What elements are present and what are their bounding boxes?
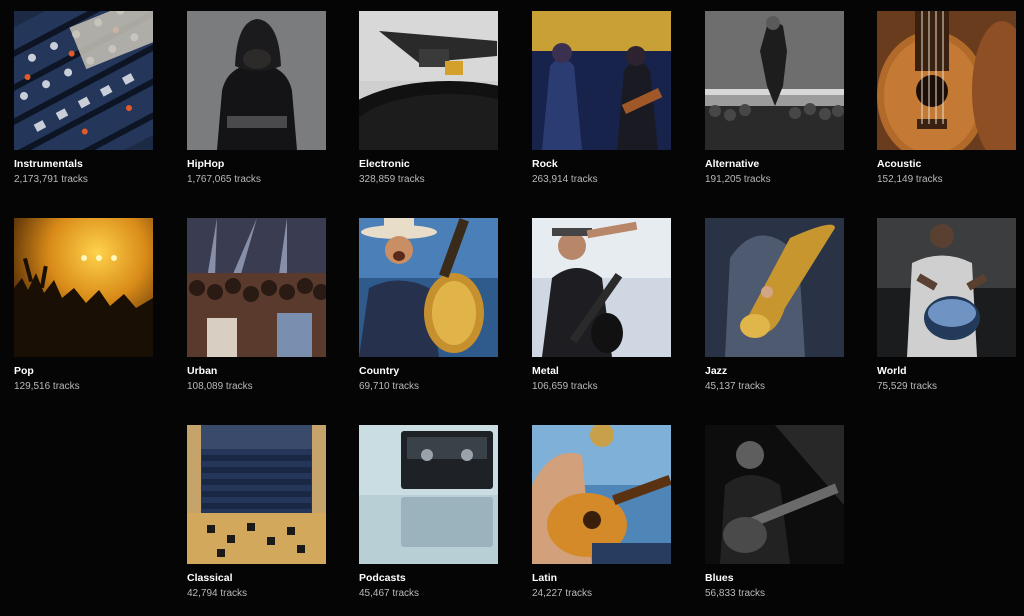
acoustic-guitarist-image[interactable] <box>532 425 671 564</box>
genre-tile-hiphop[interactable]: HipHop 1,767,065 tracks <box>187 11 326 186</box>
ukulele-closeup-image[interactable] <box>877 11 1016 150</box>
genre-track-count: 45,467 tracks <box>359 588 420 599</box>
genre-track-count: 56,833 tracks <box>705 588 766 599</box>
genre-name[interactable]: Acoustic <box>877 158 1016 170</box>
genre-track-count: 129,516 tracks <box>14 381 80 392</box>
genre-tile-classical[interactable]: Classical 42,794 tracks <box>187 425 326 600</box>
singer-over-crowd-image[interactable] <box>705 11 844 150</box>
genre-name[interactable]: Urban <box>187 365 326 377</box>
concert-crowd-silhouette-image[interactable] <box>14 218 153 357</box>
genre-tile-electronic[interactable]: Electronic 328,859 tracks <box>359 11 498 186</box>
genre-tile-metal[interactable]: Metal 106,659 tracks <box>532 218 671 393</box>
genre-name[interactable]: World <box>877 365 1016 377</box>
genre-name[interactable]: Jazz <box>705 365 844 377</box>
genre-name[interactable]: Country <box>359 365 498 377</box>
cassette-tape-image[interactable] <box>359 425 498 564</box>
genre-track-count: 42,794 tracks <box>187 588 248 599</box>
genre-track-count: 75,529 tracks <box>877 381 938 392</box>
hand-drummer-image[interactable] <box>877 218 1016 357</box>
cowboy-guitarist-image[interactable] <box>359 218 498 357</box>
genre-name[interactable]: Pop <box>14 365 153 377</box>
genre-track-count: 106,659 tracks <box>532 381 598 392</box>
genre-name[interactable]: HipHop <box>187 158 326 170</box>
metal-guitarist-image[interactable] <box>532 218 671 357</box>
genre-name[interactable]: Electronic <box>359 158 498 170</box>
genre-name[interactable]: Podcasts <box>359 572 498 584</box>
genre-name[interactable]: Instrumentals <box>14 158 153 170</box>
genre-name[interactable]: Metal <box>532 365 671 377</box>
genre-tile-world[interactable]: World 75,529 tracks <box>877 218 1016 393</box>
turntable-stylus-image[interactable] <box>359 11 498 150</box>
genre-tile-podcasts[interactable]: Podcasts 45,467 tracks <box>359 425 498 600</box>
blues-guitarist-image[interactable] <box>705 425 844 564</box>
saxophone-player-image[interactable] <box>705 218 844 357</box>
genre-tile-acoustic[interactable]: Acoustic 152,149 tracks <box>877 11 1016 186</box>
genre-tile-urban[interactable]: Urban 108,089 tracks <box>187 218 326 393</box>
genre-name[interactable]: Blues <box>705 572 844 584</box>
genre-grid: Instrumentals 2,173,791 tracks HipHop 1,… <box>0 0 1024 616</box>
genre-track-count: 69,710 tracks <box>359 381 420 392</box>
genre-track-count: 328,859 tracks <box>359 174 425 185</box>
genre-track-count: 152,149 tracks <box>877 174 943 185</box>
genre-tile-rock[interactable]: Rock 263,914 tracks <box>532 11 671 186</box>
genre-track-count: 24,227 tracks <box>532 588 593 599</box>
hooded-figure-image[interactable] <box>187 11 326 150</box>
festival-crowd-image[interactable] <box>187 218 326 357</box>
genre-name[interactable]: Alternative <box>705 158 844 170</box>
genre-track-count: 191,205 tracks <box>705 174 771 185</box>
genre-tile-alternative[interactable]: Alternative 191,205 tracks <box>705 11 844 186</box>
genre-tile-country[interactable]: Country 69,710 tracks <box>359 218 498 393</box>
rock-band-stage-image[interactable] <box>532 11 671 150</box>
genre-track-count: 263,914 tracks <box>532 174 598 185</box>
genre-tile-blues[interactable]: Blues 56,833 tracks <box>705 425 844 600</box>
mixing-console-image[interactable] <box>14 11 153 150</box>
genre-track-count: 108,089 tracks <box>187 381 253 392</box>
genre-tile-jazz[interactable]: Jazz 45,137 tracks <box>705 218 844 393</box>
genre-name[interactable]: Latin <box>532 572 671 584</box>
concert-hall-image[interactable] <box>187 425 326 564</box>
genre-track-count: 45,137 tracks <box>705 381 766 392</box>
genre-track-count: 1,767,065 tracks <box>187 174 261 185</box>
genre-tile-pop[interactable]: Pop 129,516 tracks <box>14 218 153 393</box>
genre-name[interactable]: Classical <box>187 572 326 584</box>
genre-tile-latin[interactable]: Latin 24,227 tracks <box>532 425 671 600</box>
genre-tile-instrumentals[interactable]: Instrumentals 2,173,791 tracks <box>14 11 153 186</box>
genre-name[interactable]: Rock <box>532 158 671 170</box>
genre-track-count: 2,173,791 tracks <box>14 174 88 185</box>
